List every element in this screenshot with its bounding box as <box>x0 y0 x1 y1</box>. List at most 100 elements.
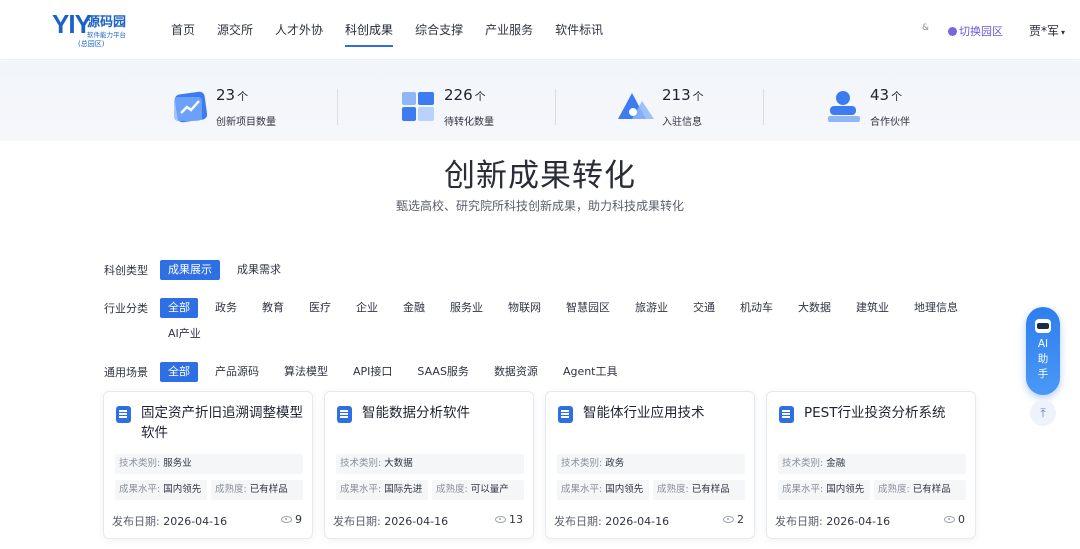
chip-industry[interactable]: 教育 <box>254 298 292 318</box>
switch-park-label: 切换园区 <box>959 25 1003 38</box>
card-level: 成果水平: 国内领先 <box>778 480 870 500</box>
chip-scene[interactable]: 算法模型 <box>276 362 336 382</box>
user-menu[interactable]: 贾*军 ▾ <box>1029 22 1065 39</box>
top-header: YIY 源码园 软件能力平台 (总园区) 首页 源交所 人才外协 科创成果 综合… <box>0 0 1080 60</box>
card-date: 发布日期: 2026-04-16 <box>112 515 228 528</box>
nav-item-home[interactable]: 首页 <box>160 0 206 60</box>
chart-growth-icon <box>174 91 208 123</box>
filter-industry-row-2: AI产业 <box>160 324 218 344</box>
filter-type-row: 科创类型 成果展示 成果需求 <box>104 260 298 280</box>
card-date: 发布日期: 2026-04-16 <box>333 515 449 528</box>
chevron-down-icon: ▾ <box>1061 28 1066 37</box>
nav-item-talent[interactable]: 人才外协 <box>264 0 334 60</box>
card-title: PEST行业投资分析系统 <box>804 405 946 421</box>
card-maturity: 成熟度: 已有样品 <box>874 480 966 500</box>
result-card[interactable]: 智能体行业应用技术 技术类别: 政务 成果水平: 国内领先 成熟度: 已有样品 … <box>545 391 755 539</box>
chip-industry[interactable]: 金融 <box>395 298 433 318</box>
chip-scene[interactable]: Agent工具 <box>555 362 626 382</box>
chip-industry[interactable]: 全部 <box>160 298 198 318</box>
chip-scene[interactable]: API接口 <box>345 362 400 382</box>
nav-item-innovation[interactable]: 科创成果 <box>334 0 404 60</box>
ai-assistant-button[interactable]: AI 助 手 <box>1026 307 1060 395</box>
page-title: 创新成果转化 <box>444 158 636 194</box>
chip-industry[interactable]: 医疗 <box>301 298 339 318</box>
chip-industry[interactable]: 旅游业 <box>627 298 676 318</box>
card-level: 成果水平: 国内领先 <box>115 480 207 500</box>
chip-scene[interactable]: SAAS服务 <box>409 362 477 382</box>
chip-industry[interactable]: 物联网 <box>500 298 549 318</box>
eye-icon <box>723 516 734 523</box>
eye-icon <box>944 516 955 523</box>
chip-scene[interactable]: 数据资源 <box>486 362 546 382</box>
card-tech-category: 技术类别: 政务 <box>557 454 745 474</box>
page-subtitle: 甄选高校、研究院所科技创新成果，助力科技成果转化 <box>395 199 684 213</box>
chip-industry[interactable]: 交通 <box>685 298 723 318</box>
stat-label: 入驻信息 <box>662 117 702 128</box>
stat-label: 合作伙伴 <box>870 117 910 128</box>
chip-scene[interactable]: 全部 <box>160 362 198 382</box>
card-views: 2 <box>723 513 744 526</box>
document-icon <box>116 406 131 423</box>
triangle-shapes-icon <box>618 93 654 119</box>
chip-type-demand[interactable]: 成果需求 <box>229 260 289 280</box>
switch-park-button[interactable]: 切换园区 <box>948 23 1003 39</box>
document-icon <box>337 406 352 423</box>
document-icon <box>558 406 573 423</box>
eye-icon <box>495 516 506 523</box>
filter-label: 行业分类 <box>104 302 148 315</box>
ai-assistant-label: AI 助 手 <box>1037 338 1049 380</box>
chip-industry[interactable]: 大数据 <box>790 298 839 318</box>
nav-item-industry[interactable]: 产业服务 <box>474 0 544 60</box>
logo-subtitle: 软件能力平台 <box>87 31 126 39</box>
nav-item-bidding[interactable]: 软件标讯 <box>544 0 614 60</box>
chip-industry[interactable]: 建筑业 <box>848 298 897 318</box>
chip-industry[interactable]: 智慧园区 <box>558 298 618 318</box>
language-icon[interactable]: & <box>922 23 929 33</box>
card-tech-category: 技术类别: 服务业 <box>115 454 303 474</box>
logo-name: 源码园 <box>87 15 127 30</box>
nav-item-exchange[interactable]: 源交所 <box>206 0 264 60</box>
card-tech-category: 技术类别: 大数据 <box>336 454 524 474</box>
user-name: 贾*军 <box>1029 24 1060 38</box>
chip-industry[interactable]: 地理信息 <box>906 298 966 318</box>
card-level: 成果水平: 国内领先 <box>557 480 649 500</box>
chip-type-showcase[interactable]: 成果展示 <box>160 260 220 280</box>
result-card[interactable]: PEST行业投资分析系统 技术类别: 金融 成果水平: 国内领先 成熟度: 已有… <box>766 391 976 539</box>
back-to-top-button[interactable]: ⤒ <box>1030 400 1056 426</box>
chip-industry[interactable]: 政务 <box>207 298 245 318</box>
card-date: 发布日期: 2026-04-16 <box>775 515 891 528</box>
document-icon <box>779 406 794 423</box>
card-views: 0 <box>944 513 965 526</box>
stat-divider <box>763 89 764 125</box>
main-nav: 首页 源交所 人才外协 科创成果 综合支撑 产业服务 软件标讯 <box>160 0 614 60</box>
chip-scene[interactable]: 产品源码 <box>207 362 267 382</box>
card-title: 智能数据分析软件 <box>362 405 470 421</box>
result-card[interactable]: 固定资产折旧追溯调整模型软件 技术类别: 服务业 成果水平: 国内领先 成熟度:… <box>103 391 313 539</box>
stat-value: 213 个 <box>662 86 704 104</box>
card-date: 发布日期: 2026-04-16 <box>554 515 670 528</box>
card-title: 智能体行业应用技术 <box>583 405 705 421</box>
chip-industry[interactable]: 机动车 <box>732 298 781 318</box>
stat-label: 待转化数量 <box>444 117 494 128</box>
stat-value: 226 个 <box>444 86 486 104</box>
stat-label: 创新项目数量 <box>216 117 276 128</box>
chip-industry[interactable]: 服务业 <box>442 298 491 318</box>
robot-icon <box>1035 319 1051 333</box>
chip-industry[interactable]: AI产业 <box>160 324 209 344</box>
stat-divider <box>337 89 338 125</box>
card-tech-category: 技术类别: 金融 <box>778 454 966 474</box>
site-logo[interactable]: YIY 源码园 软件能力平台 (总园区) <box>52 10 142 50</box>
nav-item-support[interactable]: 综合支撑 <box>404 0 474 60</box>
filter-label: 科创类型 <box>104 264 148 277</box>
stat-value: 23 个 <box>216 86 249 104</box>
card-title: 固定资产折旧追溯调整模型软件 <box>141 405 303 441</box>
result-card[interactable]: 智能数据分析软件 技术类别: 大数据 成果水平: 国际先进 成熟度: 可以量产 … <box>324 391 534 539</box>
chip-industry[interactable]: 企业 <box>348 298 386 318</box>
switch-icon <box>948 26 957 36</box>
blocks-icon <box>402 92 434 121</box>
card-maturity: 成熟度: 已有样品 <box>653 480 745 500</box>
stats-band: 23 个 创新项目数量 226 个 待转化数量 213 个 入驻信息 43 个 合作伙伴 <box>0 61 1080 141</box>
card-maturity: 成熟度: 已有样品 <box>211 480 303 500</box>
stat-divider <box>555 89 556 125</box>
logo-park: (总园区) <box>78 40 105 48</box>
